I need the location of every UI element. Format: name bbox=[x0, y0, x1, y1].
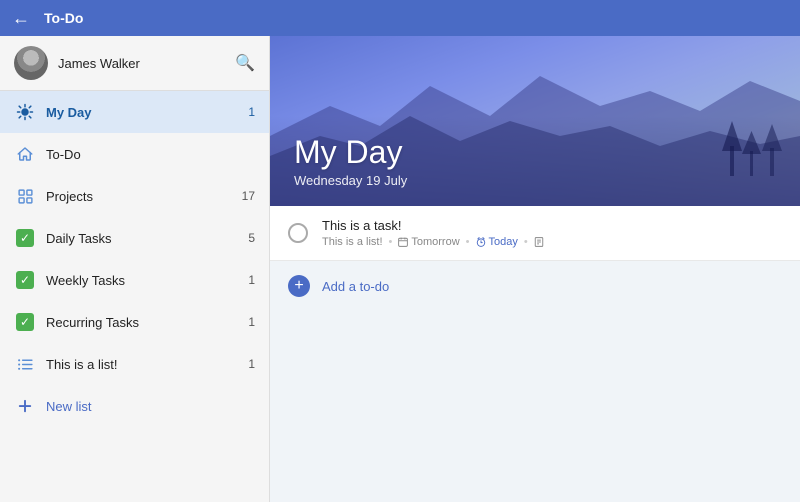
content-title: My Day bbox=[294, 134, 776, 171]
sidebar-item-this-is-a-list[interactable]: This is a list! 1 bbox=[0, 343, 269, 385]
task-due-meta: Tomorrow bbox=[398, 236, 459, 248]
sidebar-item-to-do-label: To-Do bbox=[46, 147, 255, 162]
sidebar-item-this-is-a-list-label: This is a list! bbox=[46, 357, 248, 372]
house-icon bbox=[14, 143, 36, 165]
task-note-meta bbox=[534, 237, 544, 247]
sidebar-item-to-do[interactable]: To-Do bbox=[0, 133, 269, 175]
sidebar-item-weekly-tasks-count: 1 bbox=[248, 273, 255, 287]
content-area: My Day Wednesday 19 July This is a task!… bbox=[270, 36, 800, 502]
task-details: This is a task! This is a list! • bbox=[322, 218, 782, 248]
grid-icon bbox=[14, 185, 36, 207]
user-name: James Walker bbox=[58, 56, 235, 71]
task-reminder-label: Today bbox=[489, 236, 518, 248]
sidebar-item-weekly-tasks[interactable]: ✓ Weekly Tasks 1 bbox=[0, 259, 269, 301]
new-list-label: New list bbox=[46, 399, 255, 414]
task-list-meta: This is a list! bbox=[322, 236, 383, 248]
topbar: ← To-Do bbox=[0, 0, 800, 36]
sun-icon bbox=[14, 101, 36, 123]
back-icon[interactable]: ← bbox=[12, 8, 30, 29]
task-reminder-meta: Today bbox=[476, 236, 518, 248]
search-icon[interactable]: 🔍 bbox=[235, 53, 255, 73]
calendar-icon bbox=[398, 237, 408, 247]
add-todo-row[interactable]: + Add a to-do bbox=[270, 261, 800, 311]
new-list-button[interactable]: New list bbox=[0, 385, 269, 427]
add-todo-plus-icon: + bbox=[288, 275, 310, 297]
add-todo-label: Add a to-do bbox=[322, 279, 389, 294]
sidebar: James Walker 🔍 My Day 1 bbox=[0, 36, 270, 502]
daily-tasks-check-icon: ✓ bbox=[14, 227, 36, 249]
task-meta: This is a list! • Tomorrow bbox=[322, 236, 782, 248]
sidebar-item-projects[interactable]: Projects 17 bbox=[0, 175, 269, 217]
task-item: This is a task! This is a list! • bbox=[270, 206, 800, 261]
list-icon bbox=[14, 353, 36, 375]
content-date: Wednesday 19 July bbox=[294, 173, 776, 188]
sidebar-item-recurring-tasks-label: Recurring Tasks bbox=[46, 315, 248, 330]
weekly-tasks-check-icon: ✓ bbox=[14, 269, 36, 291]
sidebar-item-recurring-tasks-count: 1 bbox=[248, 315, 255, 329]
sidebar-item-daily-tasks-label: Daily Tasks bbox=[46, 231, 248, 246]
avatar bbox=[14, 46, 48, 80]
sidebar-item-daily-tasks-count: 5 bbox=[248, 231, 255, 245]
note-icon bbox=[534, 237, 544, 247]
sidebar-item-projects-label: Projects bbox=[46, 189, 242, 204]
sidebar-item-daily-tasks[interactable]: ✓ Daily Tasks 5 bbox=[0, 217, 269, 259]
task-title: This is a task! bbox=[322, 218, 782, 233]
task-area: This is a task! This is a list! • bbox=[270, 206, 800, 502]
task-due-label: Tomorrow bbox=[411, 236, 459, 248]
recurring-tasks-check-icon: ✓ bbox=[14, 311, 36, 333]
plus-icon bbox=[14, 395, 36, 417]
sidebar-item-my-day-count: 1 bbox=[248, 105, 255, 119]
main-layout: James Walker 🔍 My Day 1 bbox=[0, 36, 800, 502]
topbar-title: To-Do bbox=[44, 10, 83, 26]
task-complete-checkbox[interactable] bbox=[288, 223, 308, 243]
sidebar-item-weekly-tasks-label: Weekly Tasks bbox=[46, 273, 248, 288]
sidebar-header: James Walker 🔍 bbox=[0, 36, 269, 91]
sidebar-item-this-is-a-list-count: 1 bbox=[248, 357, 255, 371]
task-list-name: This is a list! bbox=[322, 236, 383, 248]
sidebar-item-projects-count: 17 bbox=[242, 189, 255, 203]
sidebar-item-my-day-label: My Day bbox=[46, 105, 248, 120]
content-header: My Day Wednesday 19 July bbox=[270, 36, 800, 206]
sidebar-item-my-day[interactable]: My Day 1 bbox=[0, 91, 269, 133]
sidebar-item-recurring-tasks[interactable]: ✓ Recurring Tasks 1 bbox=[0, 301, 269, 343]
alarm-icon bbox=[476, 237, 486, 247]
